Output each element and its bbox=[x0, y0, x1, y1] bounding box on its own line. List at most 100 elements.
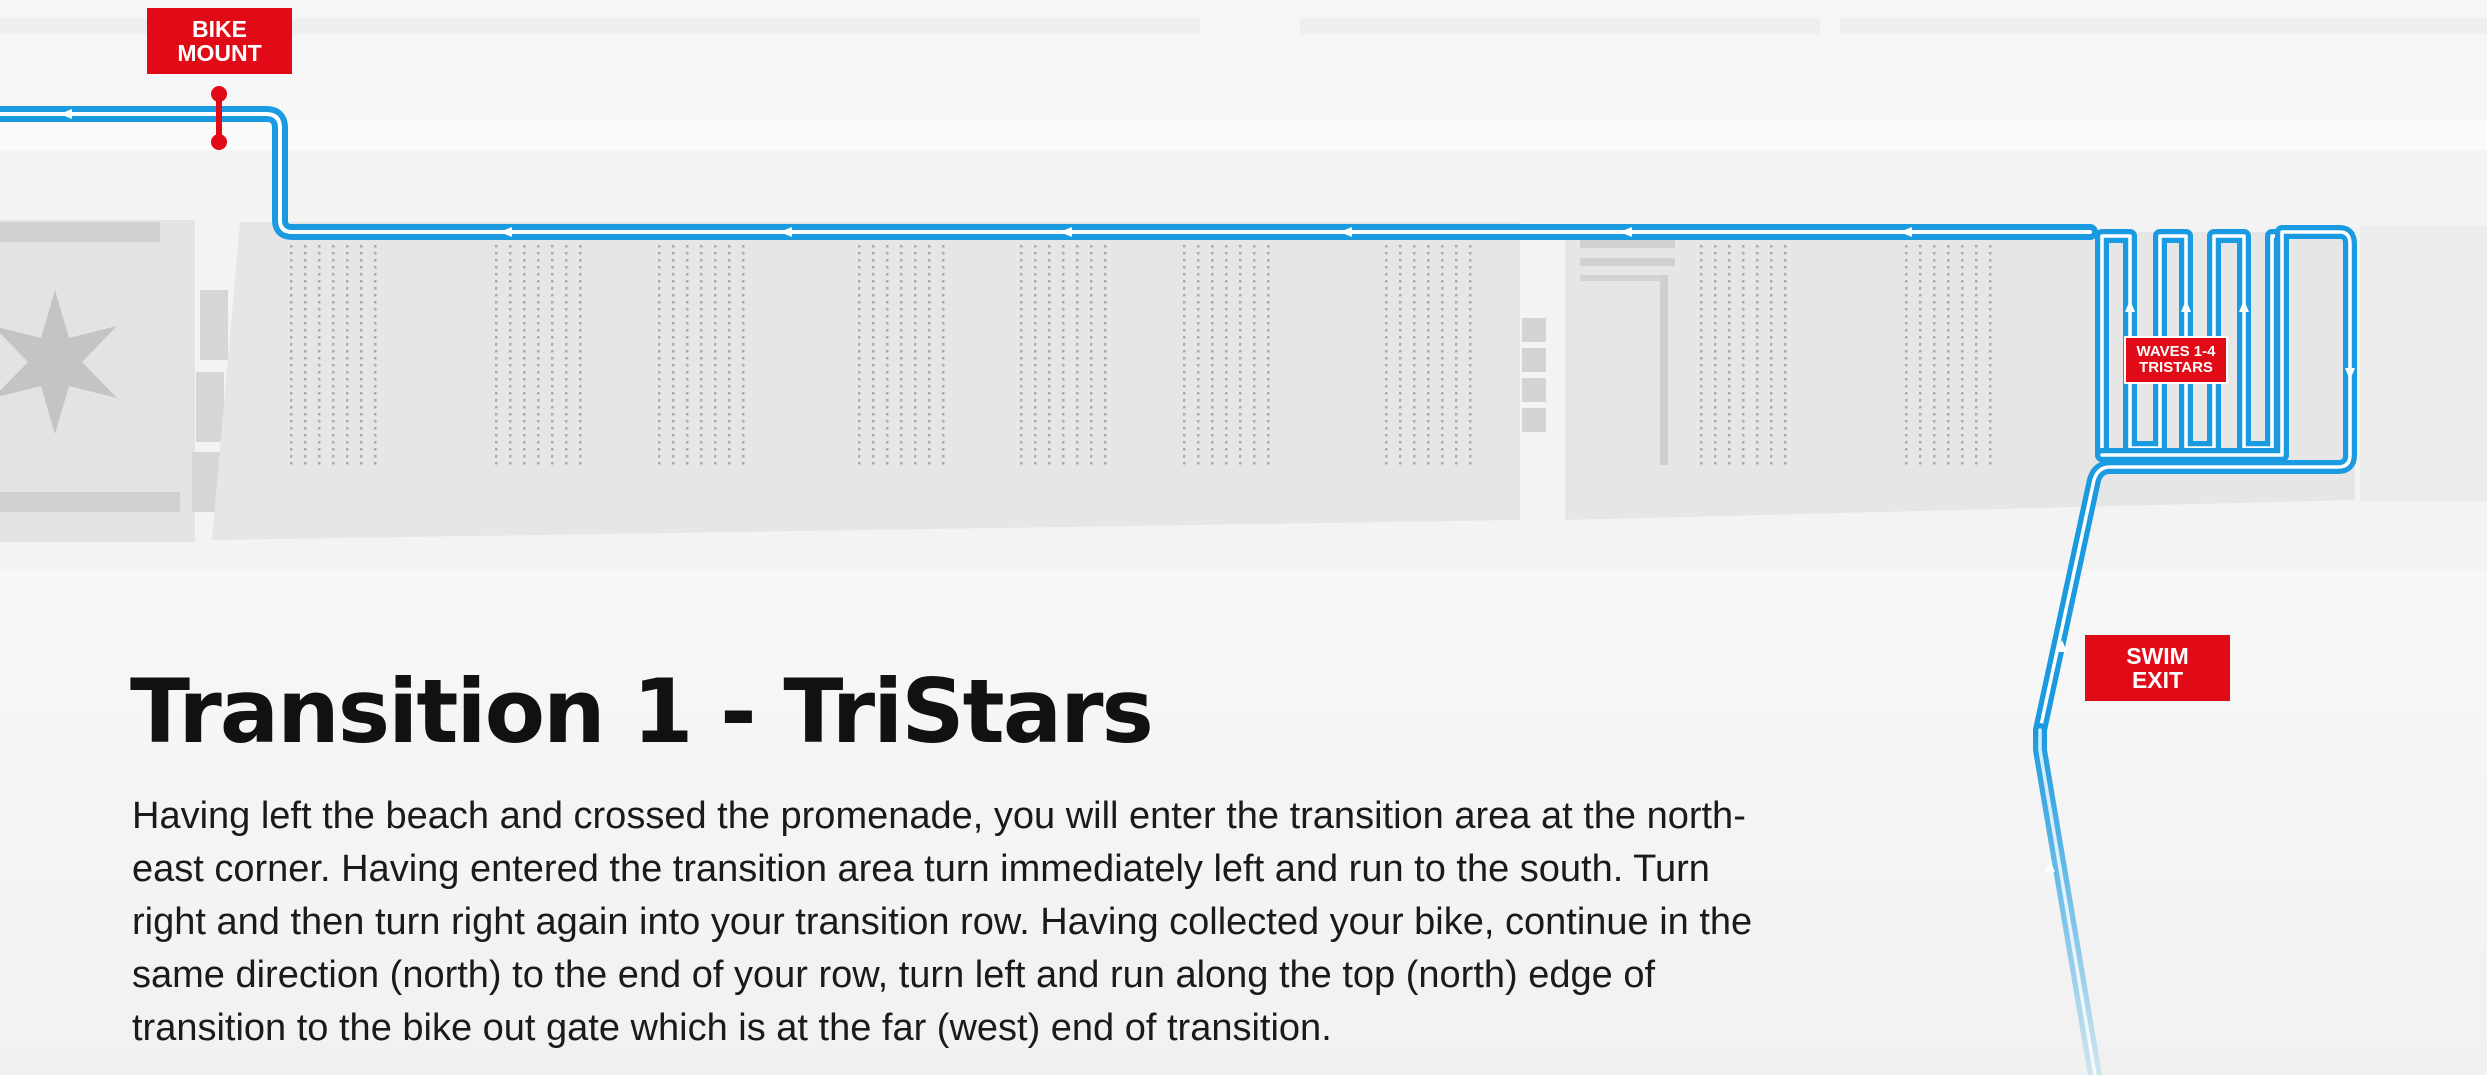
rack-dot bbox=[686, 420, 689, 423]
rack-dot bbox=[290, 343, 293, 346]
rack-dot bbox=[523, 308, 526, 311]
rack-dot bbox=[1267, 413, 1270, 416]
rack-dot bbox=[346, 336, 349, 339]
rack-dot bbox=[346, 252, 349, 255]
rack-dot bbox=[1961, 245, 1964, 248]
rack-dot bbox=[1225, 420, 1228, 423]
rack-dot bbox=[1048, 385, 1051, 388]
rack-dot bbox=[1427, 371, 1430, 374]
rack-dot bbox=[1034, 364, 1037, 367]
rack-dot bbox=[914, 287, 917, 290]
rack-dot bbox=[914, 427, 917, 430]
rack-dot bbox=[1253, 413, 1256, 416]
rack-dot bbox=[928, 336, 931, 339]
rack-dot bbox=[942, 448, 945, 451]
rack-dot bbox=[1104, 392, 1107, 395]
rack-dot bbox=[304, 245, 307, 248]
rack-dot bbox=[1253, 399, 1256, 402]
rack-dot bbox=[374, 343, 377, 346]
rack-dot bbox=[1770, 392, 1773, 395]
rack-dot bbox=[886, 245, 889, 248]
rack-dot bbox=[346, 308, 349, 311]
rack-dot bbox=[1197, 371, 1200, 374]
rack-dot bbox=[1947, 273, 1950, 276]
rack-dot bbox=[346, 357, 349, 360]
rack-dot bbox=[672, 427, 675, 430]
rack-dot bbox=[742, 420, 745, 423]
rack-dot bbox=[551, 364, 554, 367]
rack-dot bbox=[537, 350, 540, 353]
rack-dot bbox=[914, 399, 917, 402]
rack-dot bbox=[1700, 287, 1703, 290]
rack-dot bbox=[1090, 350, 1093, 353]
rack-dot bbox=[1961, 427, 1964, 430]
rack-dot bbox=[318, 371, 321, 374]
rack-dot bbox=[1919, 462, 1922, 465]
rack-dot bbox=[318, 273, 321, 276]
rack-dot bbox=[318, 413, 321, 416]
rack-dot bbox=[872, 413, 875, 416]
rack-dot bbox=[1784, 280, 1787, 283]
rack-dot bbox=[872, 392, 875, 395]
rack-dot bbox=[1770, 406, 1773, 409]
rack-dot bbox=[290, 378, 293, 381]
rack-dot bbox=[728, 287, 731, 290]
rack-dot bbox=[1062, 364, 1065, 367]
rack-dot bbox=[318, 378, 321, 381]
rack-dot bbox=[565, 308, 568, 311]
rack-dot bbox=[1267, 434, 1270, 437]
rack-dot bbox=[551, 462, 554, 465]
rack-dot bbox=[1742, 364, 1745, 367]
rack-dot bbox=[1469, 287, 1472, 290]
rack-dot bbox=[728, 413, 731, 416]
rack-dot bbox=[360, 273, 363, 276]
rack-dot bbox=[1090, 441, 1093, 444]
rack-dot bbox=[1385, 441, 1388, 444]
rack-dot bbox=[1090, 308, 1093, 311]
rack-dot bbox=[318, 434, 321, 437]
rack-dot bbox=[1784, 259, 1787, 262]
rack-dot bbox=[1034, 378, 1037, 381]
rack-dot bbox=[1742, 455, 1745, 458]
rack-dot bbox=[1183, 427, 1186, 430]
rack-dot bbox=[658, 385, 661, 388]
rack-dot bbox=[858, 252, 861, 255]
rack-dot bbox=[728, 252, 731, 255]
rack-dot bbox=[1225, 280, 1228, 283]
rack-dot bbox=[1961, 441, 1964, 444]
rack-dot bbox=[728, 259, 731, 262]
rack-dot bbox=[1413, 308, 1416, 311]
rack-dot bbox=[714, 462, 717, 465]
rack-dot bbox=[700, 462, 703, 465]
rack-dot bbox=[1989, 357, 1992, 360]
rack-dot bbox=[728, 350, 731, 353]
rack-dot bbox=[1770, 455, 1773, 458]
rack-dot bbox=[1427, 427, 1430, 430]
rack-dot bbox=[1020, 441, 1023, 444]
rack-dot bbox=[1455, 385, 1458, 388]
rack-dot bbox=[346, 280, 349, 283]
rack-dot bbox=[928, 455, 931, 458]
rack-dot bbox=[1455, 448, 1458, 451]
rack-dot bbox=[1947, 427, 1950, 430]
rack-dot bbox=[1441, 266, 1444, 269]
rack-dot bbox=[551, 315, 554, 318]
rack-dot bbox=[537, 371, 540, 374]
rack-dot bbox=[1211, 427, 1214, 430]
rack-dot bbox=[1770, 350, 1773, 353]
rack-dot bbox=[360, 427, 363, 430]
rack-dot bbox=[1239, 434, 1242, 437]
rack-dot bbox=[579, 350, 582, 353]
rack-dot bbox=[1225, 462, 1228, 465]
rack-dot bbox=[872, 406, 875, 409]
rack-dot bbox=[1756, 245, 1759, 248]
rack-dot bbox=[1742, 343, 1745, 346]
rack-dot bbox=[509, 413, 512, 416]
rack-dot bbox=[1048, 420, 1051, 423]
rack-dot bbox=[1239, 329, 1242, 332]
rack-dot bbox=[928, 434, 931, 437]
rack-dot bbox=[1034, 266, 1037, 269]
rack-dot bbox=[1020, 252, 1023, 255]
rack-dot bbox=[1076, 462, 1079, 465]
rack-dot bbox=[672, 252, 675, 255]
